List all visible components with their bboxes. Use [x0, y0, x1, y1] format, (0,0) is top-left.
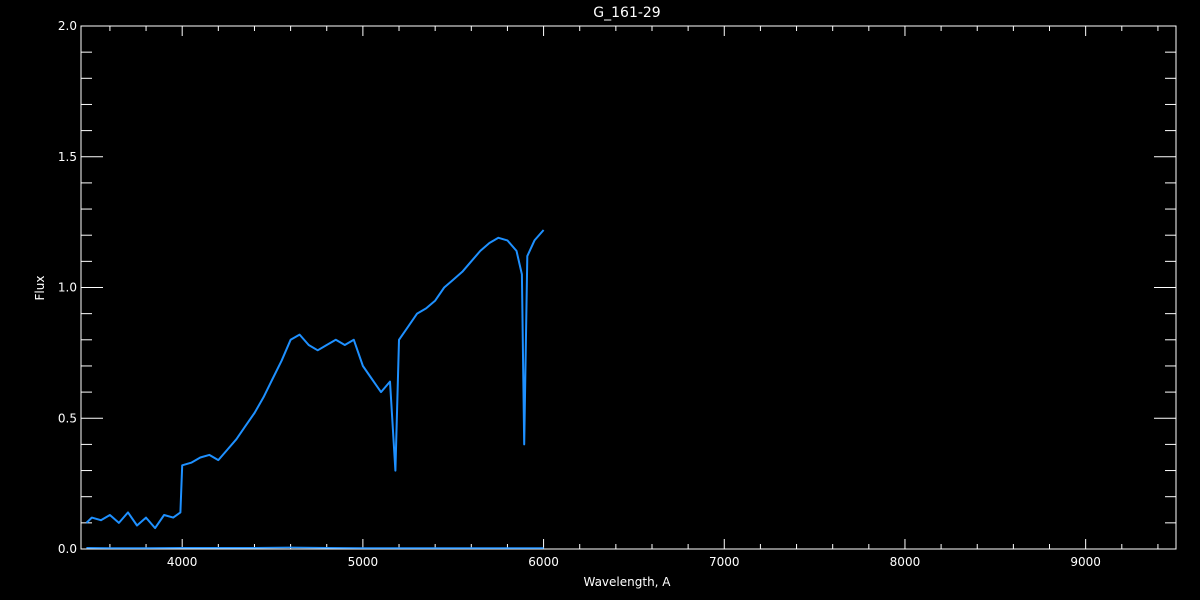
x-tick-label: 4000 [167, 555, 198, 569]
x-tick-label: 5000 [348, 555, 379, 569]
y-axis-label: Flux [33, 276, 47, 301]
spectrum-chart: G_161-29 4000 5000 6000 7000 8000 9000 0.0 0.5… [33, 5, 1177, 589]
error-series-line [86, 546, 544, 549]
x-tick-labels: 4000 5000 6000 7000 8000 9000 [167, 555, 1101, 569]
x-tick-label: 7000 [709, 555, 740, 569]
x-tick-label: 6000 [528, 555, 559, 569]
y-tick-label: 1.5 [58, 150, 77, 164]
x-axis-label: Wavelength, A [583, 575, 671, 589]
y-tick-label: 0.5 [58, 411, 77, 425]
y-tick-label: 2.0 [58, 19, 77, 33]
axis-ticks [81, 25, 1176, 550]
data-series [85, 229, 545, 549]
x-tick-label: 9000 [1070, 555, 1101, 569]
y-tick-label: 0.0 [58, 542, 77, 556]
y-tick-label: 1.0 [58, 281, 77, 295]
y-tick-labels: 0.0 0.5 1.0 1.5 2.0 [58, 19, 77, 556]
chart-title: G_161-29 [593, 5, 660, 21]
plot-frame [80, 25, 1177, 550]
flux-series-line [85, 229, 545, 530]
x-tick-label: 8000 [890, 555, 921, 569]
